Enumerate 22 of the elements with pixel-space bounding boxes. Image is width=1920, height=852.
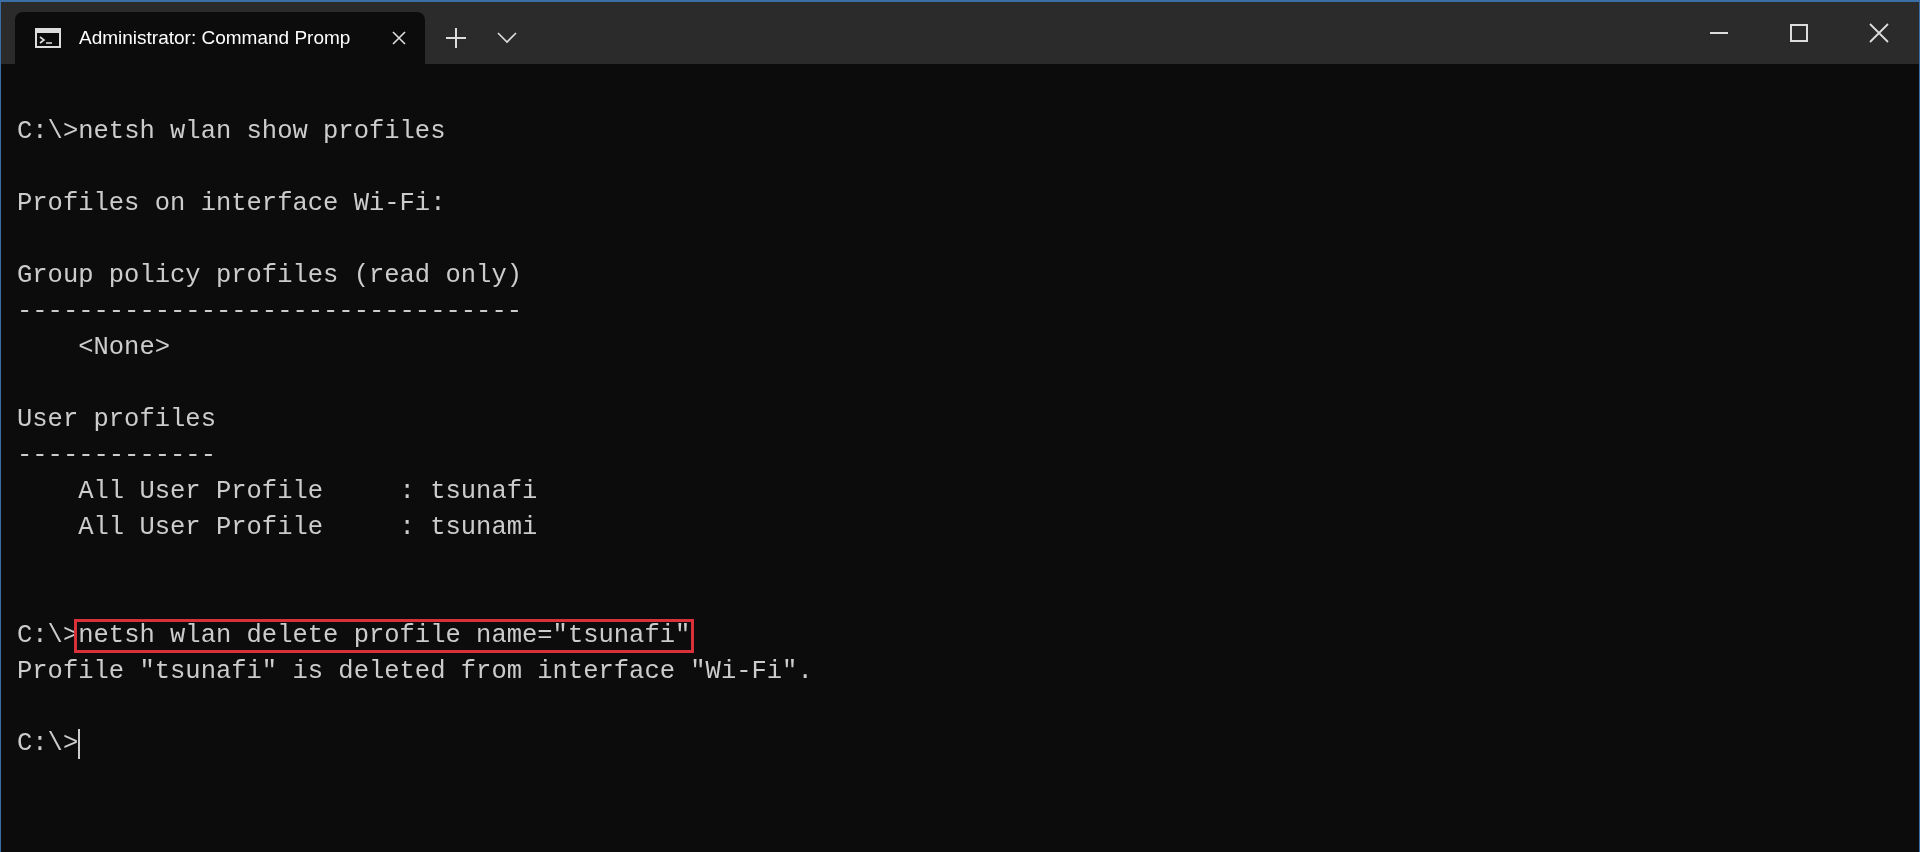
output-line: <None>	[77, 332, 171, 364]
minimize-icon	[1710, 31, 1728, 35]
output-line: -------------	[17, 440, 216, 472]
tab-title: Administrator: Command Promp	[79, 25, 352, 50]
chevron-down-icon	[497, 32, 517, 44]
terminal-tab[interactable]: Administrator: Command Promp	[15, 12, 425, 64]
maximize-icon	[1790, 24, 1808, 42]
plus-icon	[445, 27, 467, 49]
output-line: Group policy profiles (read only)	[17, 260, 522, 292]
prompt: C:\>	[17, 728, 79, 760]
output-line: All User Profile : tsunafi	[77, 476, 538, 508]
output-line: User profiles	[17, 404, 216, 436]
output-line: Profile "tsunafi" is deleted from interface "Wi-Fi".	[17, 656, 813, 688]
console-icon	[35, 28, 61, 48]
output-line: ---------------------------------	[17, 296, 522, 328]
prompt: C:\>	[17, 116, 79, 148]
output-line: All User Profile : tsunami	[77, 512, 538, 544]
command-text: netsh wlan delete profile name="tsunafi"	[74, 619, 695, 653]
command-text: netsh wlan show profiles	[77, 116, 447, 148]
close-icon	[391, 30, 407, 46]
close-icon	[1869, 23, 1889, 43]
output-line: Profiles on interface Wi-Fi:	[17, 188, 446, 220]
